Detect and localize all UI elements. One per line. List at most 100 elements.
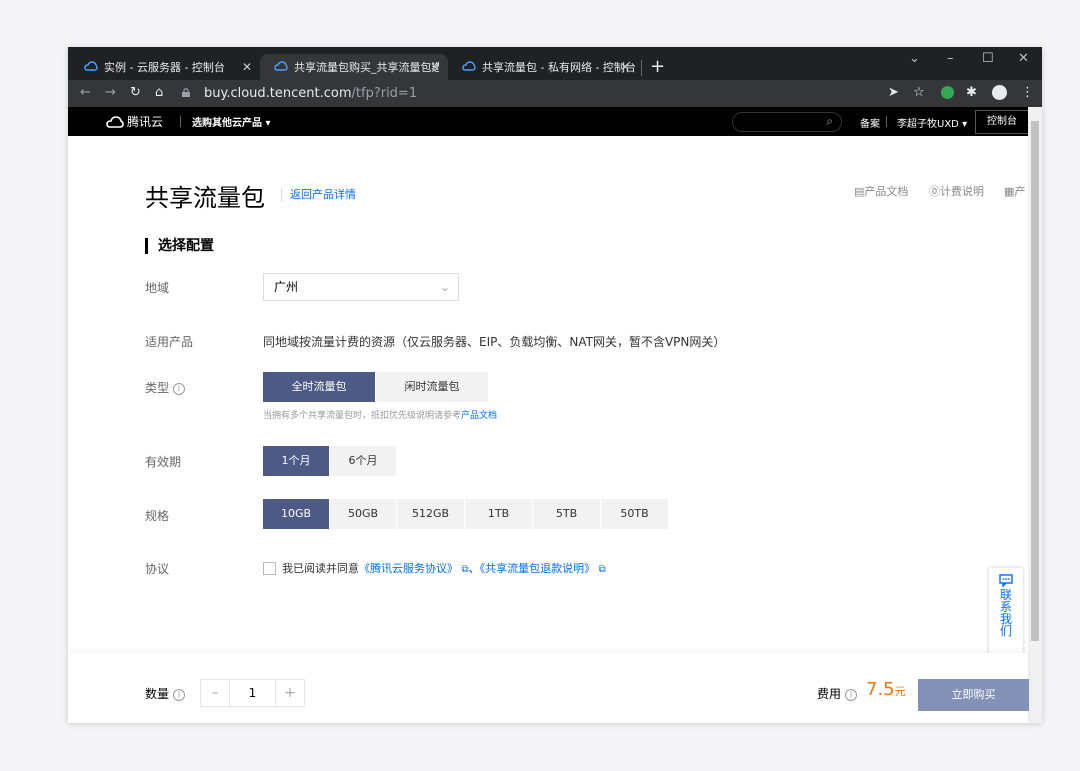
increment-button[interactable]: +: [275, 680, 304, 706]
tab-shared-traffic-buy[interactable]: 共享流量包购买_共享流量包选购 ✕: [260, 54, 448, 80]
buy-now-button[interactable]: 立即购买: [918, 679, 1029, 711]
tab-instances[interactable]: 实例 - 云服务器 - 控制台 ✕: [70, 54, 260, 80]
billing-info-link[interactable]: ⓪计费说明: [929, 183, 984, 199]
browser-window: 实例 - 云服务器 - 控制台 ✕ 共享流量包购买_共享流量包选购 ✕ 共享流量…: [68, 47, 1042, 723]
extension-green-icon[interactable]: [941, 86, 954, 99]
chevron-down-icon: ⌄: [439, 280, 450, 294]
fee-label: 费用 i: [817, 685, 858, 702]
send-icon[interactable]: ➤: [888, 85, 899, 100]
maximize-icon[interactable]: ☐: [982, 51, 994, 66]
decrement-button[interactable]: –: [201, 680, 230, 706]
more-menu-icon[interactable]: ⋮: [1021, 85, 1034, 100]
info-icon[interactable]: i: [173, 382, 186, 395]
type-hint-doc-link[interactable]: 产品文档: [461, 411, 497, 421]
address-bar[interactable]: buy.cloud.tencent.com/tfp?rid=1: [176, 83, 876, 104]
agreement-prefix: 我已阅读并同意: [282, 562, 359, 575]
user-menu[interactable]: 李超子牧UXD ▾: [897, 115, 967, 130]
chat-icon: [999, 574, 1013, 587]
agreement-label: 协议: [145, 562, 170, 576]
price: 7.5元: [866, 679, 906, 700]
spec-option-5tb[interactable]: 5TB: [533, 499, 601, 529]
tencent-cloud-icon: [274, 61, 288, 71]
title-divider: [281, 188, 282, 202]
logo-text: 腾讯云: [127, 115, 164, 129]
user-name: 李超子牧UXD: [897, 119, 959, 130]
console-button[interactable]: 控制台: [975, 110, 1029, 134]
service-agreement-link[interactable]: 《腾讯云服务协议》: [359, 562, 458, 575]
tab-strip: 实例 - 云服务器 - 控制台 ✕ 共享流量包购买_共享流量包选购 ✕ 共享流量…: [68, 47, 1042, 80]
home-icon[interactable]: ⌂: [155, 85, 163, 100]
refund-policy-link[interactable]: 《共享流量包退款说明》: [480, 562, 596, 575]
price-value: 7.5: [866, 679, 895, 700]
type-hint-text: 当拥有多个共享流量包时，抵扣优先级说明请参考: [263, 411, 462, 421]
site-search-input[interactable]: ⌕: [732, 112, 842, 132]
agreement-separator: 、: [468, 562, 480, 575]
type-label-text: 类型: [145, 381, 170, 395]
back-to-product-link[interactable]: 返回产品详情: [290, 186, 356, 202]
header-divider: [886, 116, 887, 127]
tencent-cloud-icon: [462, 61, 476, 71]
browser-toolbar: ← → ↻ ⌂ buy.cloud.tencent.com/tfp?rid=1 …: [68, 80, 1042, 107]
forward-arrow-icon[interactable]: →: [105, 85, 116, 100]
close-icon[interactable]: ✕: [620, 60, 630, 74]
minimize-icon[interactable]: –: [947, 51, 954, 66]
spec-option-10gb[interactable]: 10GB: [263, 499, 330, 529]
products-text: 同地域按流量计费的资源（仅云服务器、EIP、负载均衡、NAT网关，暂不含VPN网…: [263, 335, 726, 349]
back-arrow-icon[interactable]: ←: [80, 85, 91, 100]
type-hint: 当拥有多个共享流量包时，抵扣优先级说明请参考产品文档: [263, 408, 497, 421]
region-value: 广州: [274, 280, 299, 294]
type-option-idle[interactable]: 闲时流量包: [376, 372, 489, 402]
header-divider: [180, 116, 181, 127]
period-option-6month[interactable]: 6个月: [330, 446, 397, 476]
quantity-label-text: 数量: [145, 687, 170, 701]
product-docs-label: 产品文档: [864, 185, 909, 198]
tab-title: 共享流量包购买_共享流量包选购: [294, 61, 439, 74]
beian-link[interactable]: 备案: [860, 115, 880, 130]
external-link-icon: ⧉: [598, 564, 606, 575]
agreement-text: 我已阅读并同意《腾讯云服务协议》 ⧉、《共享流量包退款说明》 ⧉: [282, 560, 606, 576]
tab-title: 实例 - 云服务器 - 控制台: [104, 61, 225, 74]
product-docs-link[interactable]: ▤产品文档: [854, 183, 908, 199]
period-label: 有效期: [145, 455, 182, 469]
spec-option-50gb[interactable]: 50GB: [330, 499, 397, 529]
info-icon[interactable]: i: [845, 688, 858, 701]
window-close-icon[interactable]: ✕: [1018, 51, 1029, 66]
tab-shared-traffic-console[interactable]: 共享流量包 - 私有网络 - 控制台 ✕: [448, 54, 638, 80]
close-icon[interactable]: ✕: [242, 60, 252, 74]
site-logo[interactable]: 腾讯云: [106, 113, 163, 130]
agreement-checkbox[interactable]: [263, 562, 276, 575]
profile-avatar-icon[interactable]: [992, 85, 1007, 100]
spec-option-1tb[interactable]: 1TB: [465, 499, 533, 529]
tab-search-chevron-icon[interactable]: ⌄: [909, 51, 920, 66]
tab-divider: [641, 60, 642, 76]
region-select[interactable]: 广州 ⌄: [263, 273, 459, 301]
scrollbar-thumb[interactable]: [1031, 121, 1039, 641]
tab-title: 共享流量包 - 私有网络 - 控制台: [482, 61, 636, 74]
bookmark-star-icon[interactable]: ☆: [913, 85, 925, 100]
close-icon[interactable]: ✕: [430, 60, 440, 74]
page-content: 共享流量包 返回产品详情 ▤产品文档 ⓪计费说明 ▦产 选择配置 地域 广州 ⌄…: [68, 136, 1028, 723]
tencent-cloud-logo-icon: [106, 115, 124, 128]
spec-option-512gb[interactable]: 512GB: [397, 499, 465, 529]
products-label: 适用产品: [145, 335, 194, 349]
type-option-fulltime[interactable]: 全时流量包: [263, 372, 376, 402]
reload-icon[interactable]: ↻: [130, 85, 141, 100]
spec-option-50tb[interactable]: 50TB: [601, 499, 669, 529]
other-products-label: 选购其他云产品: [192, 118, 262, 129]
quantity-stepper[interactable]: – 1 +: [200, 679, 305, 707]
puzzle-extensions-icon[interactable]: ✱: [966, 85, 977, 100]
new-tab-plus-icon[interactable]: +: [650, 56, 665, 77]
question-circle-icon: ⓪: [929, 185, 940, 198]
other-products-menu[interactable]: 选购其他云产品 ▾: [192, 114, 271, 129]
region-label: 地域: [145, 281, 170, 295]
info-icon[interactable]: i: [173, 688, 186, 701]
page-scrollbar[interactable]: [1028, 107, 1042, 723]
quantity-value[interactable]: 1: [229, 680, 276, 706]
more-products-link[interactable]: ▦产: [1004, 183, 1025, 199]
caret-down-icon: ▾: [265, 118, 271, 129]
spec-label: 规格: [145, 509, 170, 523]
contact-us-button[interactable]: 联 系 我 们: [989, 568, 1023, 656]
search-icon[interactable]: ⌕: [826, 114, 833, 129]
period-option-1month[interactable]: 1个月: [263, 446, 330, 476]
billing-info-label: 计费说明: [940, 185, 984, 198]
